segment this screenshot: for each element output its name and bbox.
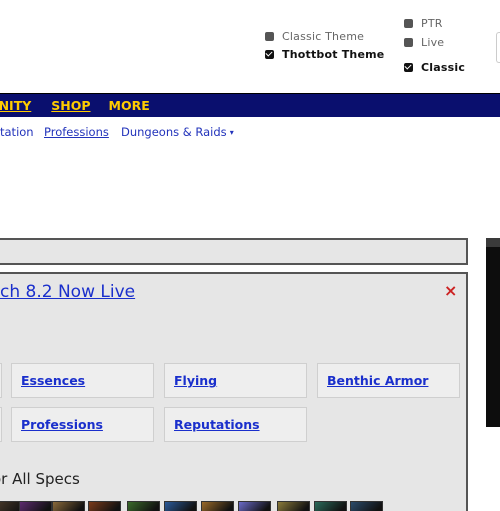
option-label: Classic Theme <box>282 30 365 43</box>
tile-reputations[interactable]: Reputations <box>164 407 307 442</box>
tile-flying[interactable]: Flying <box>164 363 307 398</box>
spec-icon[interactable] <box>350 501 383 511</box>
video-embed[interactable] <box>486 238 500 427</box>
spec-icon[interactable] <box>52 501 85 511</box>
checkbox-checked-icon[interactable] <box>404 63 413 72</box>
option-label: PTR <box>421 17 443 30</box>
subnav-dungeons-label: Dungeons & Raids <box>121 125 227 139</box>
tile-essences-link[interactable]: Essences <box>21 373 85 388</box>
checkbox-icon[interactable] <box>404 19 413 28</box>
spec-icon[interactable] <box>277 501 310 511</box>
tile-left-partial-2[interactable] <box>0 407 2 442</box>
option-ptr[interactable]: PTR <box>404 17 443 30</box>
spec-icon[interactable] <box>201 501 234 511</box>
option-label: Thottbot Theme <box>282 48 385 61</box>
option-classic-theme[interactable]: Classic Theme <box>265 30 364 43</box>
specs-heading: or All Specs <box>0 470 80 488</box>
option-live[interactable]: Live <box>404 36 444 49</box>
announcement-title[interactable]: ch 8.2 Now Live <box>0 282 135 302</box>
tile-flying-link[interactable]: Flying <box>174 373 217 388</box>
option-label: Live <box>421 36 445 49</box>
subnav-dungeons-raids[interactable]: Dungeons & Raids ▾ <box>121 125 234 139</box>
checkbox-icon[interactable] <box>265 32 274 41</box>
close-icon[interactable]: × <box>444 283 457 299</box>
nav-shop[interactable]: SHOP <box>51 98 90 113</box>
main-navbar: MUNITY SHOP MORE <box>0 93 500 117</box>
tile-essences[interactable]: Essences <box>11 363 154 398</box>
spec-icon[interactable] <box>19 501 52 511</box>
announcement-panel: ch 8.2 Now Live × Essences Flying Benthi… <box>0 272 468 511</box>
spec-icon[interactable] <box>88 501 121 511</box>
checkbox-checked-icon[interactable] <box>265 50 274 59</box>
grey-bar <box>0 238 468 265</box>
spec-icon[interactable] <box>238 501 271 511</box>
caret-down-icon: ▾ <box>229 128 234 137</box>
spec-icon[interactable] <box>127 501 160 511</box>
spec-icon[interactable] <box>314 501 347 511</box>
option-thottbot-theme[interactable]: Thottbot Theme <box>265 48 384 61</box>
option-classic[interactable]: Classic <box>404 61 465 74</box>
tile-professions-link[interactable]: Professions <box>21 417 103 432</box>
nav-more[interactable]: MORE <box>109 98 150 113</box>
nav-community[interactable]: MUNITY <box>0 98 31 113</box>
subnav-professions[interactable]: Professions <box>44 125 109 139</box>
tile-benthic-armor-link[interactable]: Benthic Armor <box>327 373 428 388</box>
tile-left-partial[interactable] <box>0 363 2 398</box>
tile-professions[interactable]: Professions <box>11 407 154 442</box>
checkbox-icon[interactable] <box>404 38 413 47</box>
spec-icon[interactable] <box>164 501 197 511</box>
option-label: Classic <box>421 61 466 74</box>
subnav-reputation-label: tation <box>0 125 34 139</box>
tile-benthic-armor[interactable]: Benthic Armor <box>317 363 460 398</box>
search-input[interactable] <box>496 32 500 63</box>
tile-reputations-link[interactable]: Reputations <box>174 417 260 432</box>
